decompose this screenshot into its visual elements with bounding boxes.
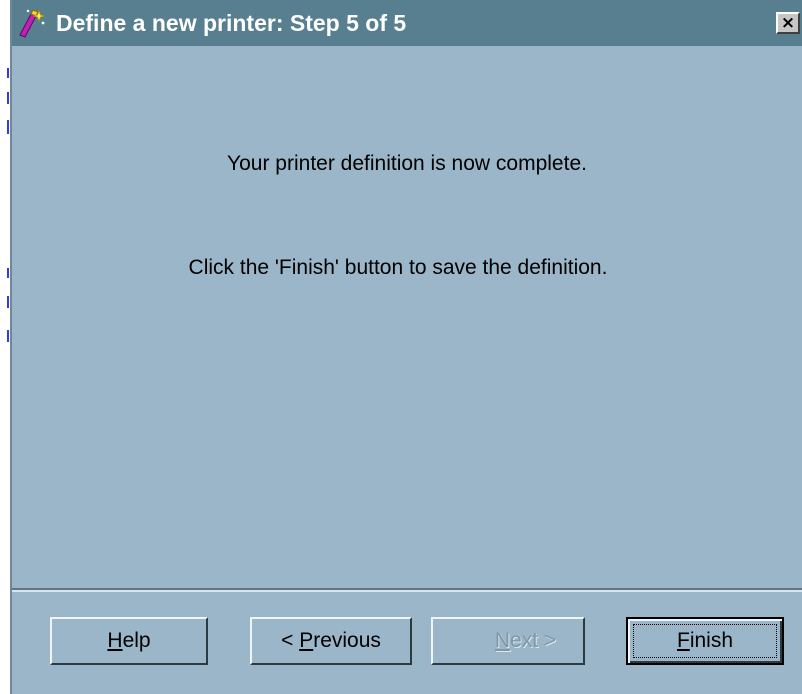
previous-label: revious [313,629,381,652]
next-label: ext [510,629,539,652]
next-mnemonic: N [494,629,511,652]
completion-message: Your printer definition is now complete. [227,152,587,175]
close-icon: × [780,12,796,33]
edge-mark [7,296,9,308]
edge-mark [7,330,9,342]
edge-mark [7,68,9,78]
instruction-message: Click the 'Finish' button to save the de… [188,256,608,279]
title-bar[interactable]: Define a new printer: Step 5 of 5 × [12,0,802,46]
edge-mark [7,92,9,104]
edge-mark [7,120,9,134]
page-edge [0,0,10,694]
help-button[interactable]: Help [50,617,208,665]
finish-button[interactable]: Finish [626,617,784,665]
help-label: elp [122,629,151,652]
previous-mnemonic: P [299,629,314,652]
window-title: Define a new printer: Step 5 of 5 [56,10,407,36]
finish-label: inish [689,629,734,652]
finish-mnemonic: F [676,629,690,652]
next-button[interactable]: Next > [431,617,585,665]
wizard-wand-icon [16,8,46,38]
button-separator [12,588,802,592]
next-arrow: > [538,629,557,652]
previous-arrow: < [281,629,300,652]
help-mnemonic: H [107,629,123,652]
close-button[interactable]: × [776,12,800,34]
previous-button[interactable]: < Previous [250,617,412,665]
edge-mark [7,268,9,278]
printer-wizard-dialog: Define a new printer: Step 5 of 5 × Your… [10,0,802,694]
